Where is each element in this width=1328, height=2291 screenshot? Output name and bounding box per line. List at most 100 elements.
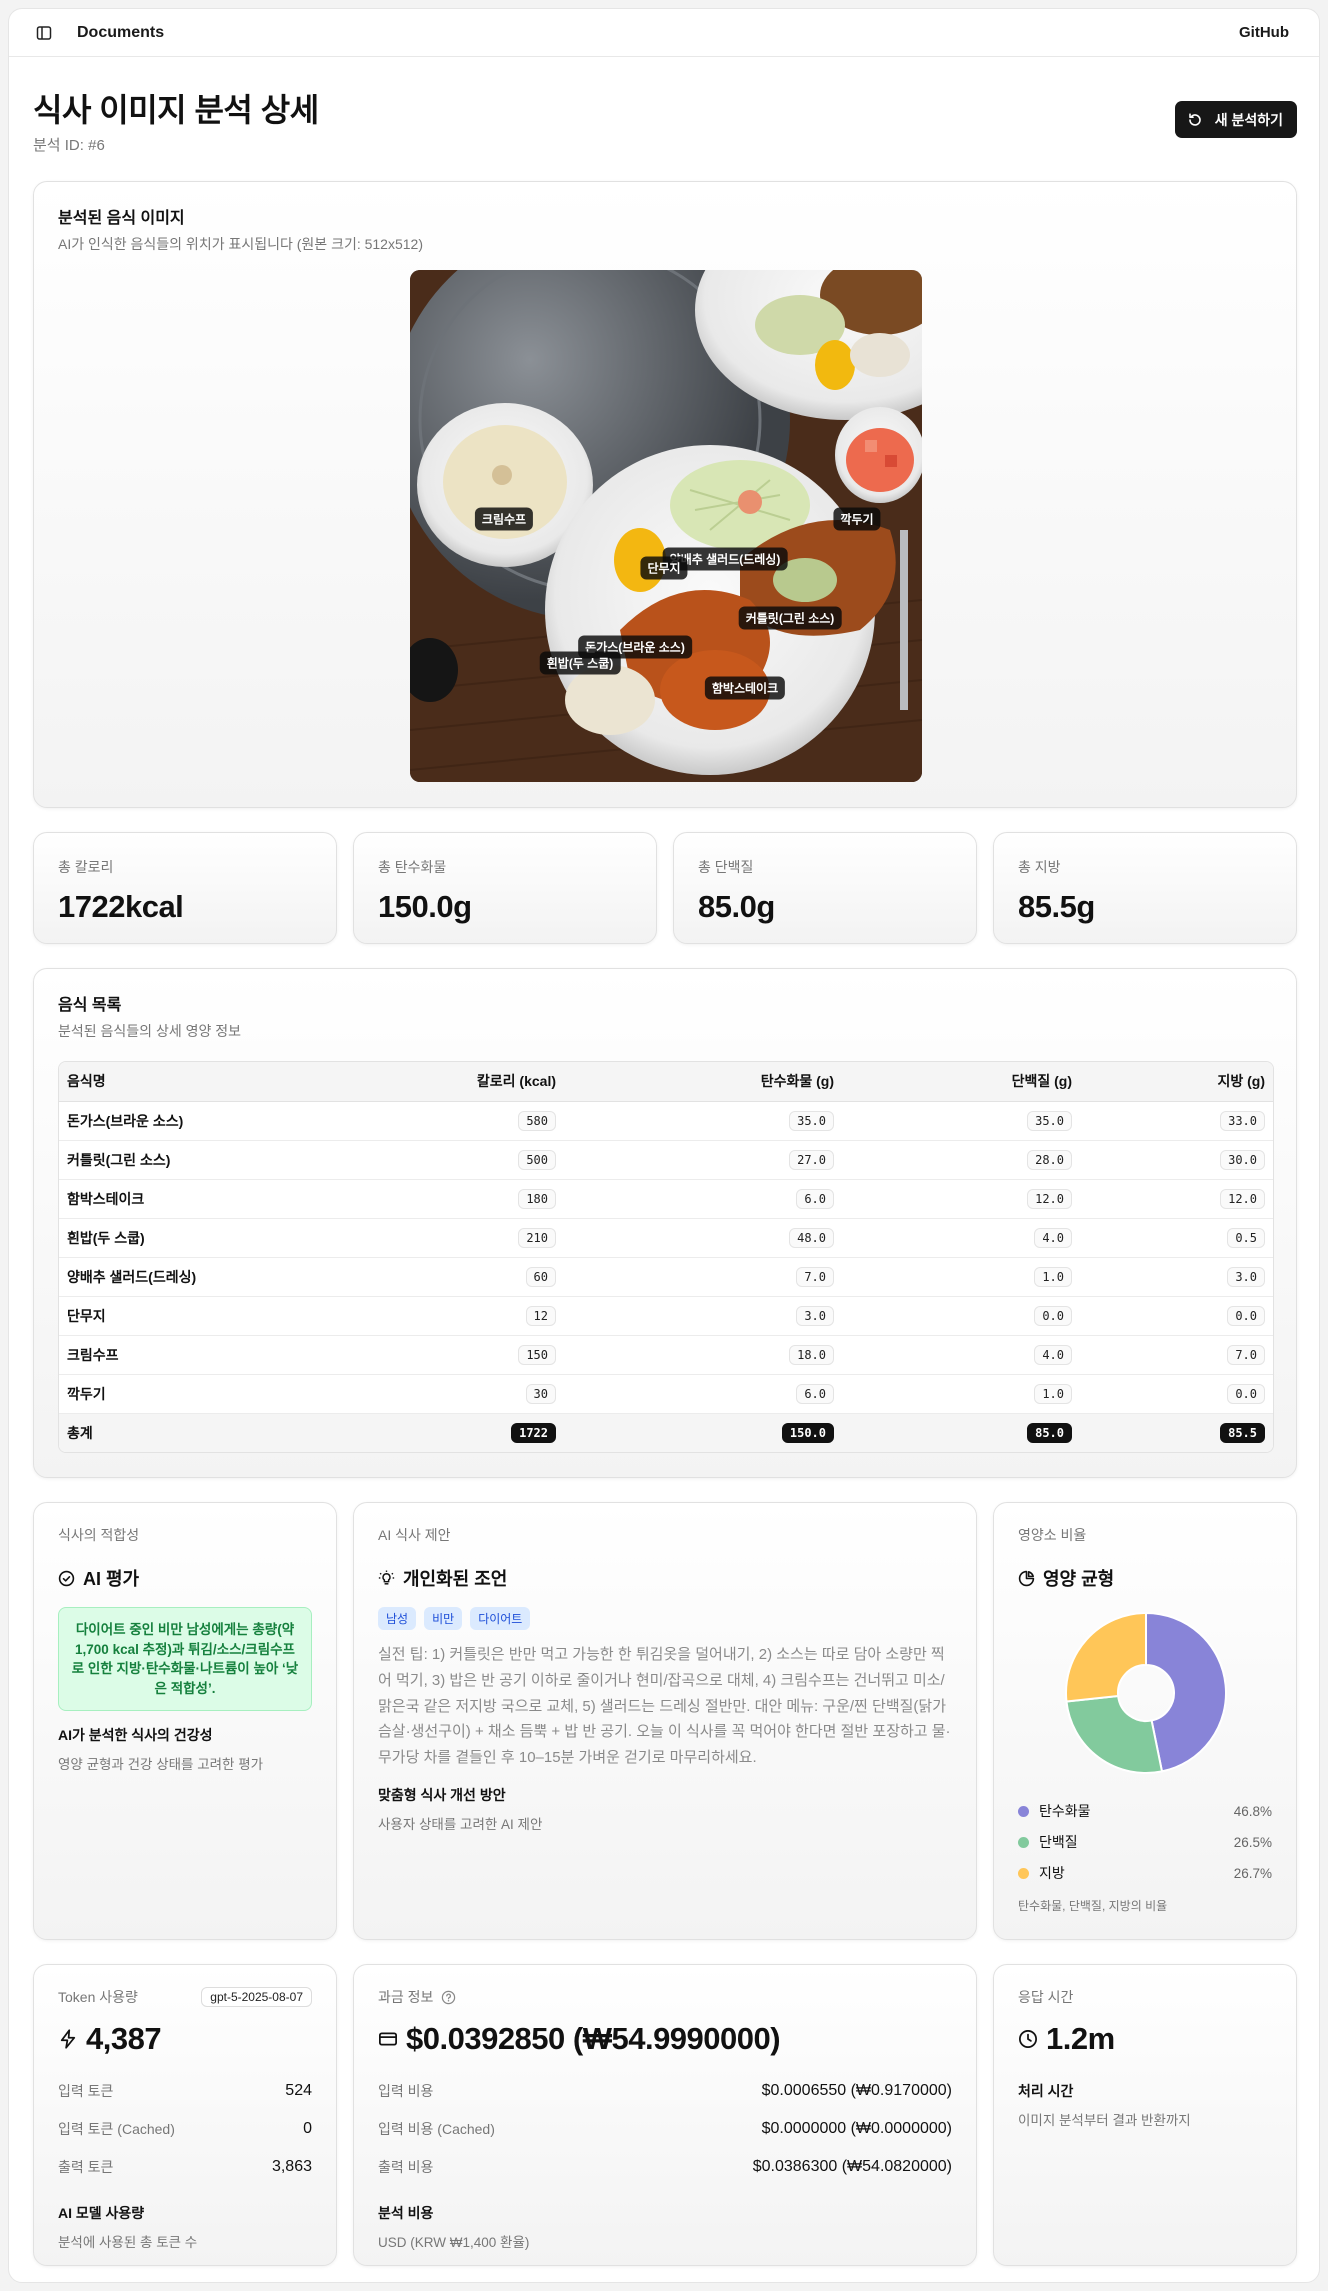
cached-tokens-label: 입력 토큰 (Cached) — [58, 2121, 175, 2137]
protein-value: 85.0 — [1027, 1422, 1072, 1443]
tag-cream-soup[interactable]: 크림수프 — [474, 507, 534, 531]
tag-danmuji[interactable]: 단무지 — [640, 556, 688, 580]
fat-value: 0.0 — [1227, 1305, 1265, 1326]
pie-legend: 탄수화물 46.8% 단백질 26.5% 지방 26.7% — [1018, 1801, 1272, 1883]
food-name: 양배추 샐러드(드레싱) — [59, 1257, 339, 1297]
fat-value: 0.5 — [1227, 1227, 1265, 1248]
output-tokens-row: 출력 토큰 3,863 — [58, 2157, 312, 2177]
food-name: 총계 — [59, 1413, 339, 1452]
help-circle-icon[interactable] — [441, 1990, 456, 2005]
suitability-heading-text: AI 평가 — [83, 1569, 140, 1589]
pie-slice-2[interactable] — [1065, 1611, 1147, 1703]
carb-value: 35.0 — [789, 1110, 834, 1131]
stat-value: 85.0g — [698, 889, 775, 924]
kcal-value: 180 — [518, 1188, 556, 1209]
input-tokens-label: 입력 토큰 — [58, 2083, 114, 2099]
analyzed-image-card: 분석된 음식 이미지 AI가 인식한 음식들의 위치가 표시됩니다 (원본 크기… — [33, 181, 1297, 808]
suitability-sub-desc: 영양 균형과 건강 상태를 고려한 평가 — [58, 1757, 264, 1773]
tag-kkakdugi[interactable]: 깍두기 — [833, 507, 881, 531]
pie-slice-1[interactable] — [1065, 1694, 1164, 1774]
cell-protein: 85.0 — [842, 1413, 1080, 1452]
advice-text: 실전 팁: 1) 커틀릿은 반만 먹고 가능한 한 튀김옷을 덜어내기, 2) … — [378, 1646, 951, 1767]
legend-swatch — [1018, 1805, 1029, 1817]
fat-value: 7.0 — [1227, 1344, 1265, 1365]
legend-label: 지방 — [1039, 1865, 1065, 1881]
check-circle-icon — [58, 1570, 75, 1586]
cost-total: $0.0392850 (₩54.9990000) — [378, 2021, 952, 2057]
kcal-value: 500 — [518, 1149, 556, 1170]
ratio-heading-text: 영양 균형 — [1043, 1569, 1115, 1589]
legend-item: 지방 26.7% — [1018, 1863, 1272, 1883]
response-time-card: 응답 시간 1.2m 처리 시간 이미지 분석부터 결과 반환까지 — [993, 1964, 1297, 2266]
token-total: 4,387 — [58, 2021, 312, 2057]
output-cost-label: 출력 비용 — [378, 2159, 434, 2175]
food-name: 돈가스(브라운 소스) — [59, 1101, 339, 1141]
protein-value: 12.0 — [1027, 1188, 1072, 1209]
legend-label: 탄수화물 — [1039, 1803, 1091, 1819]
kcal-value: 210 — [518, 1227, 556, 1248]
fat-value: 0.0 — [1227, 1383, 1265, 1404]
cell-protein: 1.0 — [842, 1257, 1080, 1297]
cell-carb: 3.0 — [564, 1296, 842, 1336]
suitability-alert: 다이어트 중인 비만 남성에게는 총량(약 1,700 kcal 추정)과 튀김… — [58, 1607, 312, 1712]
stat-calories: 총 칼로리 1722kcal — [33, 832, 337, 944]
response-label: 응답 시간 — [1018, 1989, 1074, 2005]
protein-value: 35.0 — [1027, 1110, 1072, 1131]
cell-carb: 35.0 — [564, 1101, 842, 1141]
refresh-icon — [1188, 112, 1201, 126]
response-sub-desc: 이미지 분석부터 결과 반환까지 — [1018, 2113, 1191, 2128]
food-list-desc: 분석된 음식들의 상세 영양 정보 — [58, 1023, 241, 1039]
new-analysis-button[interactable]: 새 분석하기 — [1174, 101, 1297, 138]
suggestion-heading: 개인화된 조언 — [378, 1565, 952, 1591]
cell-carb: 18.0 — [564, 1335, 842, 1375]
stat-label: 총 칼로리 — [58, 859, 114, 875]
cell-protein: 4.0 — [842, 1218, 1080, 1258]
ratio-heading: 영양 균형 — [1018, 1565, 1272, 1591]
legend-value: 26.5% — [1233, 1834, 1272, 1850]
credit-card-icon — [379, 2032, 397, 2046]
cost-sub-desc: USD (KRW ₩1,400 환율) — [378, 2235, 530, 2250]
badge-gender: 남성 — [378, 1607, 417, 1630]
response-sub-title: 처리 시간 — [1018, 2083, 1074, 2099]
cell-kcal: 12 — [339, 1296, 564, 1336]
cell-fat: 33.0 — [1080, 1101, 1273, 1141]
sidebar-toggle-icon[interactable] — [33, 22, 55, 44]
legend-value: 26.7% — [1233, 1865, 1272, 1881]
legend-swatch — [1018, 1836, 1029, 1848]
new-analysis-label: 새 분석하기 — [1214, 111, 1283, 128]
carb-value: 150.0 — [781, 1422, 834, 1443]
image-card-desc: AI가 인식한 음식들의 위치가 표시됩니다 (원본 크기: 512x512) — [58, 236, 423, 252]
output-cost-row: 출력 비용 $0.0386300 (₩54.0820000) — [378, 2157, 952, 2177]
tag-rice[interactable]: 흰밥(두 스쿱) — [539, 651, 621, 675]
page-title: 식사 이미지 분석 상세 — [33, 92, 319, 128]
suggestion-card: AI 식사 제안 개인화된 조언 남성 비만 다이어트 실전 팁: 1) 커틀릿… — [353, 1502, 977, 1940]
cell-kcal: 580 — [339, 1101, 564, 1141]
input-tokens-value: 524 — [285, 2082, 312, 2099]
top-bar: Documents GitHub — [9, 9, 1319, 57]
ratio-label: 영양소 비율 — [1018, 1527, 1087, 1543]
ratio-footer: 탄수화물, 단백질, 지방의 비율 — [1018, 1899, 1168, 1913]
fat-value: 3.0 — [1227, 1266, 1265, 1287]
table-total-row: 총계 1722 150.0 85.0 85.5 — [59, 1413, 1273, 1452]
cost-card: 과금 정보 $0.0392850 (₩54.9990000) 입력 비용 $0.0… — [353, 1964, 977, 2266]
kcal-value: 60 — [525, 1266, 556, 1287]
fat-value: 85.5 — [1220, 1422, 1265, 1443]
col-carb: 탄수화물 (g) — [564, 1062, 842, 1102]
main-content: 식사 이미지 분석 상세 분석 ID: #6 새 분석하기 분석된 음식 이미지… — [33, 57, 1297, 2266]
cell-carb: 6.0 — [564, 1374, 842, 1414]
legend-item: 탄수화물 46.8% — [1018, 1801, 1272, 1821]
tag-cutlet[interactable]: 커틀릿(그린 소스) — [738, 606, 842, 630]
model-badge: gpt-5-2025-08-07 — [201, 1987, 312, 2007]
clock-icon — [1019, 2030, 1037, 2048]
table-row: 깍두기 30 6.0 1.0 0.0 — [59, 1374, 1273, 1414]
food-name: 흰밥(두 스쿱) — [59, 1218, 339, 1258]
github-link[interactable]: GitHub — [1239, 24, 1289, 41]
stat-label: 총 탄수화물 — [378, 859, 447, 875]
tag-hamburg[interactable]: 함박스테이크 — [704, 676, 786, 700]
token-label: Token 사용량 — [58, 1989, 138, 2005]
cost-label: 과금 정보 — [378, 1989, 434, 2005]
output-cost-value: $0.0386300 (₩54.0820000) — [752, 2158, 952, 2175]
carb-value: 48.0 — [789, 1227, 834, 1248]
documents-link[interactable]: Documents — [77, 24, 164, 42]
cell-fat: 0.0 — [1080, 1296, 1273, 1336]
